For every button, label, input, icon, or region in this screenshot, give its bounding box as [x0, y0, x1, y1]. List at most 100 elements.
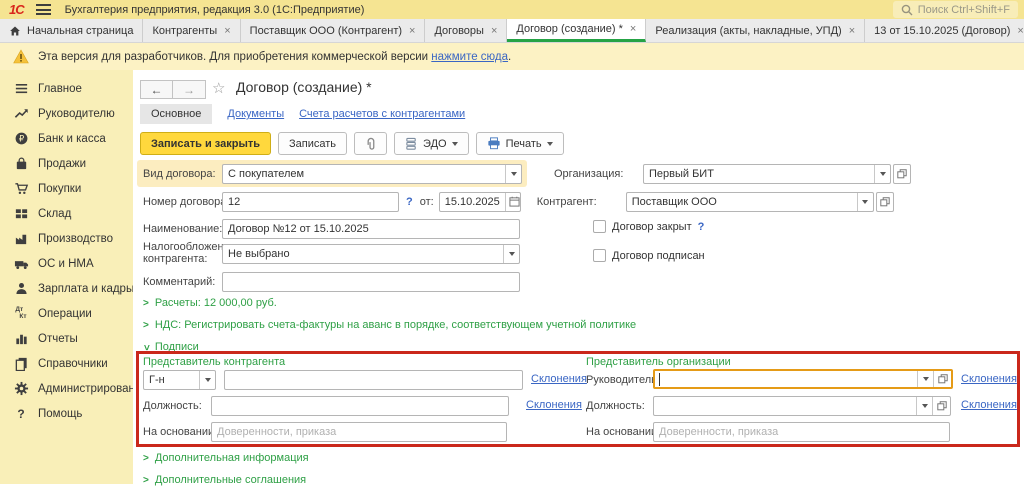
chevron-right-icon: > [143, 298, 149, 309]
contract-type-label: Вид договора: [143, 168, 222, 180]
sidebar-item-operations[interactable]: ДтКт Операции [0, 301, 133, 326]
checkbox-icon[interactable] [593, 220, 606, 233]
open-icon[interactable] [893, 164, 911, 184]
trend-icon [13, 106, 29, 122]
dropdown-arrow-icon[interactable] [505, 165, 521, 183]
section-payments[interactable]: > Расчеты: 12 000,00 руб. [143, 297, 277, 309]
basis-input[interactable] [654, 423, 949, 441]
window-titlebar: 1С Бухгалтерия предприятия, редакция 3.0… [0, 0, 1024, 19]
forward-button[interactable]: → [173, 80, 206, 99]
tab-contract-13[interactable]: 13 от 15.10.2025 (Договор) × [865, 19, 1024, 42]
contract-closed-checkbox[interactable]: Договор закрыт ? [593, 220, 704, 233]
warning-icon [13, 49, 29, 64]
sidebar-item-purchases[interactable]: Покупки [0, 176, 133, 201]
sidebar-item-reports[interactable]: Отчеты [0, 326, 133, 351]
close-icon[interactable]: × [849, 25, 855, 37]
save-and-close-button[interactable]: Записать и закрыть [140, 132, 271, 155]
counterparty-select[interactable]: Поставщик ООО [626, 192, 874, 212]
sidebar-item-warehouse[interactable]: Склад [0, 201, 133, 226]
sidebar-item-directories[interactable]: Справочники [0, 351, 133, 376]
dropdown-arrow-icon[interactable] [917, 371, 933, 387]
close-icon[interactable]: × [491, 25, 497, 37]
tab-settlement-accounts[interactable]: Счета расчетов с контрагентами [299, 108, 465, 120]
close-icon[interactable]: × [409, 25, 415, 37]
tab-supplier[interactable]: Поставщик ООО (Контрагент) × [241, 19, 426, 42]
declension-link[interactable]: Склонения [961, 373, 1017, 385]
open-icon[interactable] [932, 397, 950, 415]
edo-button[interactable]: ЭДО [394, 132, 469, 155]
calendar-icon[interactable] [505, 193, 521, 211]
grid-icon [13, 206, 29, 222]
favorite-star-icon[interactable]: ☆ [212, 79, 225, 97]
organization-basis-field[interactable] [653, 422, 950, 442]
close-icon[interactable]: × [1017, 25, 1023, 37]
dropdown-arrow-icon[interactable] [916, 397, 932, 415]
organization-select[interactable]: Первый БИТ [643, 164, 891, 184]
form-nav: Основное Документы Счета расчетов с конт… [140, 104, 465, 124]
declension-link[interactable]: Склонения [526, 399, 582, 411]
help-icon[interactable]: ? [698, 221, 705, 233]
dropdown-arrow-icon[interactable] [874, 165, 890, 183]
tab-main-section[interactable]: Основное [140, 104, 212, 124]
checkbox-icon[interactable] [593, 249, 606, 262]
sidebar-item-bank-cash[interactable]: ₽ Банк и касса [0, 126, 133, 151]
close-icon[interactable]: × [224, 25, 230, 37]
declension-link[interactable]: Склонения [531, 373, 587, 385]
head-select-focused[interactable] [653, 369, 953, 389]
sections-panel: Главное Руководителю ₽ Банк и касса Прод… [0, 70, 133, 484]
sidebar-item-manager[interactable]: Руководителю [0, 101, 133, 126]
sidebar-item-help[interactable]: ? Помощь [0, 401, 133, 426]
sidebar-item-fixed-assets[interactable]: ОС и НМА [0, 251, 133, 276]
print-button[interactable]: Печать [476, 132, 564, 155]
save-button[interactable]: Записать [278, 132, 347, 155]
open-icon[interactable] [933, 371, 951, 387]
contract-type-select[interactable]: С покупателем [222, 164, 522, 184]
gear-icon [13, 381, 29, 397]
attachments-button[interactable] [354, 132, 387, 155]
help-icon[interactable]: ? [406, 196, 413, 208]
salutation-select[interactable]: Г-н [143, 370, 216, 390]
contract-number-field[interactable]: 12 [222, 192, 399, 212]
counterparty-representative-field[interactable] [224, 370, 523, 390]
contract-date-field[interactable]: 15.10.2025 [439, 192, 521, 212]
sidebar-item-production[interactable]: Производство [0, 226, 133, 251]
counterparty-position-field[interactable] [211, 396, 509, 416]
open-icon[interactable] [876, 192, 894, 212]
tab-contract-new[interactable]: Договор (создание) * × [507, 19, 646, 42]
books-icon [13, 356, 29, 372]
dropdown-arrow-icon[interactable] [503, 245, 519, 263]
tab-documents[interactable]: Документы [227, 108, 284, 120]
section-vat[interactable]: > НДС: Регистрировать счета-фактуры на а… [143, 319, 636, 331]
sidebar-item-salary-hr[interactable]: Зарплата и кадры [0, 276, 133, 301]
section-more-agreements[interactable]: > Дополнительные соглашения [143, 474, 306, 486]
tab-counterparties[interactable]: Контрагенты × [143, 19, 240, 42]
declension-link[interactable]: Склонения [961, 399, 1017, 411]
dropdown-arrow-icon[interactable] [857, 193, 873, 211]
section-more-info[interactable]: > Дополнительная информация [143, 452, 309, 464]
back-button[interactable]: ← [140, 80, 173, 99]
warning-text: Эта версия для разработчиков. Для приобр… [38, 51, 428, 63]
tab-contracts[interactable]: Договоры × [425, 19, 507, 42]
contract-signed-checkbox[interactable]: Договор подписан [593, 249, 705, 262]
contract-name-field[interactable]: Договор №12 от 15.10.2025 [222, 219, 520, 239]
taxation-select[interactable]: Не выбрано [222, 244, 520, 264]
counterparty-basis-field[interactable] [211, 422, 507, 442]
basis-input[interactable] [212, 423, 506, 441]
close-icon[interactable]: × [630, 23, 636, 35]
main-menu-icon[interactable] [36, 4, 51, 15]
sidebar-item-main[interactable]: Главное [0, 76, 133, 101]
sidebar-item-administration[interactable]: Администрирование [0, 376, 133, 401]
home-icon [9, 25, 21, 37]
sidebar-item-sales[interactable]: Продажи [0, 151, 133, 176]
comment-label: Комментарий: [143, 276, 222, 288]
buy-commercial-link[interactable]: нажмите сюда [431, 51, 508, 63]
global-search[interactable]: Поиск Ctrl+Shift+F [893, 1, 1018, 18]
comment-field[interactable] [222, 272, 520, 292]
dropdown-arrow-icon[interactable] [199, 371, 215, 389]
truck-icon [13, 256, 29, 272]
ruble-coin-icon: ₽ [13, 131, 29, 147]
tab-home[interactable]: Начальная страница [0, 19, 143, 42]
svg-text:₽: ₽ [18, 134, 24, 144]
tab-realization[interactable]: Реализация (акты, накладные, УПД) × [646, 19, 865, 42]
organization-position-select[interactable] [653, 396, 951, 416]
